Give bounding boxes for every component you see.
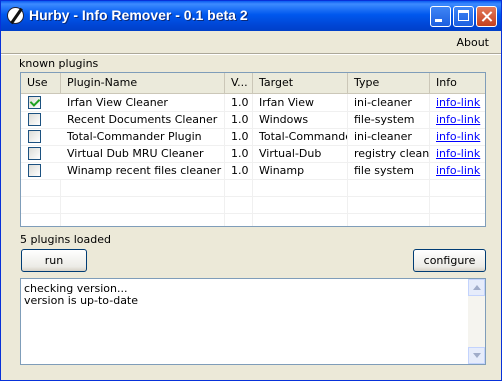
plugin-target: Windows: [253, 111, 348, 128]
minimize-button[interactable]: [430, 6, 451, 27]
plugin-target: Total-Commander: [253, 128, 348, 145]
plugin-type: registry cleaner: [348, 145, 430, 162]
header-info[interactable]: Info: [430, 73, 485, 93]
plugin-type: file-system: [348, 111, 430, 128]
use-checkbox[interactable]: [28, 96, 41, 109]
empty-row: [21, 196, 485, 214]
info-link[interactable]: info-link: [436, 130, 480, 143]
plugin-name: Irfan View Cleaner: [61, 94, 225, 111]
menu-bar: About: [1, 31, 501, 53]
plugin-target: Winamp: [253, 162, 348, 179]
window-title: Hurby - Info Remover - 0.1 beta 2: [29, 7, 248, 23]
header-use[interactable]: Use: [21, 73, 61, 93]
plugin-name: Recent Documents Cleaner: [61, 111, 225, 128]
use-checkbox[interactable]: [28, 164, 41, 177]
menu-separator: [1, 53, 501, 55]
close-button[interactable]: [476, 6, 497, 27]
use-checkbox[interactable]: [28, 113, 41, 126]
table-row[interactable]: Virtual Dub MRU Cleaner 1.0 Virtual-Dub …: [21, 145, 485, 163]
info-link[interactable]: info-link: [436, 113, 480, 126]
table-row[interactable]: Total-Commander Plugin 1.0 Total-Command…: [21, 128, 485, 146]
plugin-version: 1.0: [225, 128, 253, 145]
maximize-button[interactable]: [453, 6, 474, 27]
app-icon[interactable]: [7, 7, 24, 24]
menu-about[interactable]: About: [456, 36, 489, 49]
plugin-name: Virtual Dub MRU Cleaner: [61, 145, 225, 162]
status-text: 5 plugins loaded: [20, 233, 112, 246]
info-link[interactable]: info-link: [436, 147, 480, 160]
table-row[interactable]: Winamp recent files cleaner 1.0 Winamp f…: [21, 162, 485, 180]
plugins-table[interactable]: Use Plugin-Name V... Target Type Info Ir…: [20, 72, 486, 227]
header-version[interactable]: V...: [225, 73, 253, 93]
plugin-type: file system: [348, 162, 430, 179]
scroll-down-icon[interactable]: [468, 347, 485, 364]
plugin-type: ini-cleaner: [348, 94, 430, 111]
plugin-version: 1.0: [225, 94, 253, 111]
table-header: Use Plugin-Name V... Target Type Info: [21, 73, 485, 94]
empty-row: [21, 213, 485, 226]
header-type[interactable]: Type: [348, 73, 430, 93]
plugin-name: Total-Commander Plugin: [61, 128, 225, 145]
scroll-up-icon[interactable]: [468, 279, 485, 296]
empty-row: [21, 179, 485, 197]
table-row[interactable]: Recent Documents Cleaner 1.0 Windows fil…: [21, 111, 485, 129]
log-output[interactable]: checking version... version is up-to-dat…: [20, 278, 486, 365]
plugin-name: Winamp recent files cleaner: [61, 162, 225, 179]
plugin-version: 1.0: [225, 162, 253, 179]
plugin-type: ini-cleaner: [348, 128, 430, 145]
plugin-version: 1.0: [225, 145, 253, 162]
table-row[interactable]: Irfan View Cleaner 1.0 Irfan View ini-cl…: [21, 94, 485, 112]
plugin-target: Virtual-Dub: [253, 145, 348, 162]
info-link[interactable]: info-link: [436, 96, 480, 109]
use-checkbox[interactable]: [28, 130, 41, 143]
log-scrollbar[interactable]: [468, 279, 485, 364]
configure-button[interactable]: configure: [413, 249, 486, 272]
info-link[interactable]: info-link: [436, 164, 480, 177]
app-window: Hurby - Info Remover - 0.1 beta 2 About …: [0, 0, 502, 381]
use-checkbox[interactable]: [28, 147, 41, 160]
plugin-version: 1.0: [225, 111, 253, 128]
log-line: version is up-to-date: [24, 294, 139, 307]
plugin-target: Irfan View: [253, 94, 348, 111]
title-bar[interactable]: Hurby - Info Remover - 0.1 beta 2: [1, 1, 501, 31]
known-plugins-label: known plugins: [19, 57, 99, 70]
header-plugin-name[interactable]: Plugin-Name: [61, 73, 225, 93]
run-button[interactable]: run: [21, 249, 87, 272]
header-target[interactable]: Target: [253, 73, 348, 93]
